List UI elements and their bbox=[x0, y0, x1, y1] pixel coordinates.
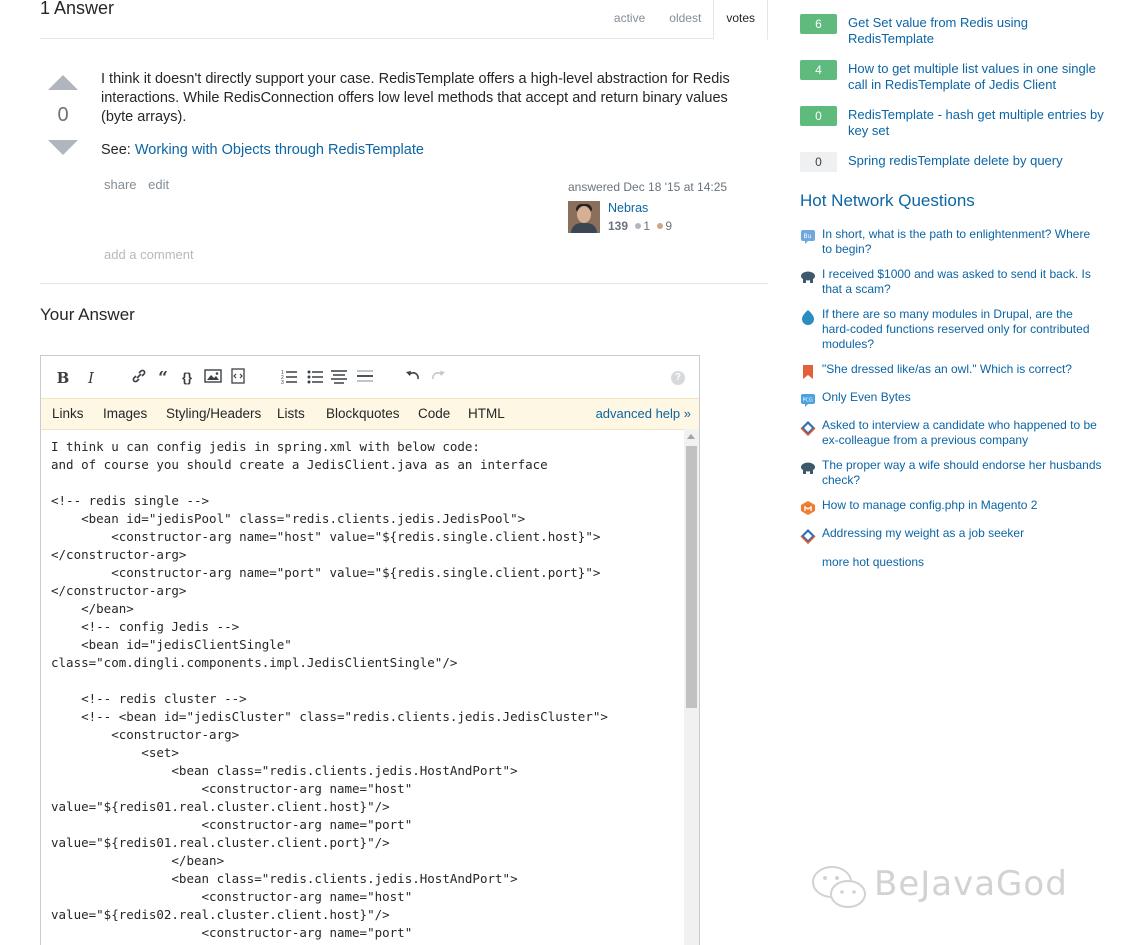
avatar-body bbox=[571, 223, 597, 233]
heading-icon[interactable] bbox=[329, 368, 349, 388]
italic-icon[interactable]: I bbox=[81, 368, 101, 388]
related-score[interactable]: 4 bbox=[800, 60, 837, 80]
answer-textarea-content: I think u can config jedis in spring.xml… bbox=[51, 439, 608, 940]
see-prefix: See: bbox=[101, 142, 131, 158]
help-code[interactable]: Code bbox=[418, 406, 450, 421]
buddhism-site-icon: Bu bbox=[801, 230, 815, 244]
your-answer-title: Your Answer bbox=[40, 305, 135, 324]
redo-icon[interactable] bbox=[428, 368, 448, 388]
tab-votes[interactable]: votes bbox=[713, 0, 768, 40]
hot-question-link[interactable]: Addressing my weight as a job seeker bbox=[822, 526, 1102, 541]
help-links[interactable]: Links bbox=[52, 406, 84, 421]
link-icon[interactable] bbox=[129, 368, 149, 388]
user-name[interactable]: Nebras bbox=[608, 201, 648, 215]
related-score[interactable]: 0 bbox=[800, 152, 837, 172]
editor-toolbar: B I “ {} 123 ? bbox=[41, 356, 699, 398]
answer-body: I think it doesn't directly support your… bbox=[101, 71, 730, 125]
share-link[interactable]: share bbox=[104, 177, 137, 192]
code-icon[interactable]: {} bbox=[177, 368, 197, 388]
avatar[interactable] bbox=[568, 201, 600, 233]
vote-count: 0 bbox=[57, 104, 69, 126]
bulleted-list-icon[interactable] bbox=[305, 368, 325, 388]
tab-oldest[interactable]: oldest bbox=[657, 0, 713, 39]
hot-question-link[interactable]: I received $1000 and was asked to send i… bbox=[822, 267, 1102, 297]
bold-icon[interactable]: B bbox=[53, 368, 73, 388]
bronze-badge-count: 9 bbox=[665, 219, 673, 233]
hot-question-link[interactable]: Only Even Bytes bbox=[822, 390, 1102, 405]
post-menu: share edit bbox=[104, 177, 177, 192]
workplace-site-icon bbox=[800, 529, 816, 544]
related-link[interactable]: RedisTemplate - hash get multiple entrie… bbox=[848, 107, 1110, 139]
wechat-logo-icon bbox=[812, 866, 866, 908]
answers-count: 1 Answer bbox=[40, 0, 115, 18]
edit-link[interactable]: edit bbox=[148, 177, 169, 192]
help-icon[interactable]: ? bbox=[671, 371, 685, 385]
see-link[interactable]: Working with Objects through RedisTempla… bbox=[135, 142, 424, 158]
user-reputation: 139 1 9 bbox=[608, 219, 672, 233]
downvote-arrow-icon[interactable] bbox=[48, 140, 78, 155]
undo-icon[interactable] bbox=[403, 368, 423, 388]
advanced-help-link[interactable]: advanced help » bbox=[596, 406, 691, 421]
answer-editor: B I “ {} 123 ? Links Images Styling/Head… bbox=[40, 355, 700, 945]
avatar-face bbox=[577, 206, 591, 223]
hot-question-link[interactable]: If there are so many modules in Drupal, … bbox=[822, 307, 1102, 352]
related-link[interactable]: How to get multiple list values in one s… bbox=[848, 61, 1110, 93]
add-comment-link[interactable]: add a comment bbox=[104, 247, 194, 262]
horizontal-rule-icon[interactable] bbox=[355, 368, 375, 388]
related-link[interactable]: Spring redisTemplate delete by query bbox=[848, 153, 1110, 169]
tab-active[interactable]: active bbox=[602, 0, 657, 39]
workplace-site-icon bbox=[800, 421, 816, 436]
snippet-icon[interactable] bbox=[228, 368, 248, 388]
answer-textarea[interactable]: I think u can config jedis in spring.xml… bbox=[41, 429, 684, 945]
watermark-text: BeJavaGod bbox=[874, 864, 1068, 904]
related-link[interactable]: Get Set value from Redis using RedisTemp… bbox=[848, 15, 1110, 47]
upvote-arrow-icon[interactable] bbox=[48, 75, 78, 90]
bronze-badge-icon bbox=[657, 223, 664, 229]
hot-network-questions-title[interactable]: Hot Network Questions bbox=[800, 191, 975, 211]
personal-finance-site-icon bbox=[801, 271, 815, 283]
hot-question-link[interactable]: "She dressed like/as an owl." Which is c… bbox=[822, 362, 1102, 377]
related-score[interactable]: 0 bbox=[800, 106, 837, 126]
editor-scrollbar[interactable] bbox=[684, 429, 699, 945]
see-also: See: Working with Objects through RedisT… bbox=[101, 142, 424, 158]
blockquote-icon[interactable]: “ bbox=[153, 368, 173, 388]
help-styling-headers[interactable]: Styling/Headers bbox=[166, 406, 261, 421]
divider bbox=[40, 283, 768, 284]
help-html[interactable]: HTML bbox=[468, 406, 505, 421]
svg-text:3: 3 bbox=[281, 380, 284, 384]
svg-text:PCG: PCG bbox=[803, 398, 814, 404]
personal-finance-site-icon bbox=[801, 462, 815, 474]
watermark: BeJavaGod bbox=[810, 864, 1067, 914]
scroll-up-arrow-icon[interactable] bbox=[687, 434, 695, 439]
sort-tabs: active oldest votes bbox=[602, 0, 768, 40]
reputation-score: 139 bbox=[608, 219, 629, 233]
more-hot-questions-link[interactable]: more hot questions bbox=[822, 555, 924, 569]
magento-site-icon bbox=[801, 501, 815, 515]
ordered-list-icon[interactable]: 123 bbox=[279, 368, 299, 388]
silver-badge-count: 1 bbox=[643, 219, 651, 233]
hot-question-link[interactable]: Asked to interview a candidate who happe… bbox=[822, 418, 1102, 448]
drupal-site-icon bbox=[802, 310, 814, 325]
help-blockquotes[interactable]: Blockquotes bbox=[326, 406, 400, 421]
help-lists[interactable]: Lists bbox=[277, 406, 305, 421]
answers-header: 1 Answer active oldest votes bbox=[40, 0, 768, 40]
image-icon[interactable] bbox=[203, 368, 223, 388]
answered-timestamp: answered Dec 18 '15 at 14:25 bbox=[568, 180, 728, 194]
english-site-icon bbox=[803, 365, 813, 379]
silver-badge-icon bbox=[635, 223, 642, 229]
help-images[interactable]: Images bbox=[103, 406, 147, 421]
hot-question-link[interactable]: How to manage config.php in Magento 2 bbox=[822, 498, 1102, 513]
scroll-thumb[interactable] bbox=[686, 446, 697, 708]
svg-text:Bu: Bu bbox=[804, 233, 812, 240]
code-golf-site-icon: PCG bbox=[801, 394, 815, 407]
related-score[interactable]: 6 bbox=[800, 14, 837, 34]
user-info-card: answered Dec 18 '15 at 14:25 Nebras 139 … bbox=[568, 180, 748, 233]
hot-question-link[interactable]: The proper way a wife should endorse her… bbox=[822, 458, 1102, 488]
editor-help-bar: Links Images Styling/Headers Lists Block… bbox=[41, 398, 699, 430]
hot-question-link[interactable]: In short, what is the path to enlightenm… bbox=[822, 227, 1102, 257]
